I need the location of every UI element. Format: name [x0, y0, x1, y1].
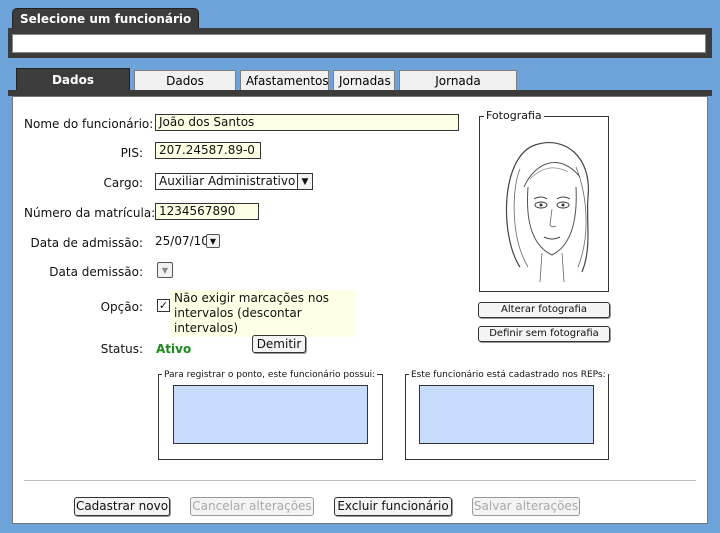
portrait-image [505, 142, 589, 283]
cancel-changes-button[interactable]: Cancelar alterações [190, 497, 314, 516]
pis-label: PIS: [120, 146, 143, 160]
demissao-label: Data demissão: [49, 265, 143, 279]
tab-afastamentos[interactable]: Afastamentos [240, 70, 329, 90]
tab-jornadas[interactable]: Jornadas [333, 70, 395, 90]
reps-list[interactable] [419, 385, 594, 444]
status-label: Status: [100, 342, 143, 356]
ponto-legend: Para registrar o ponto, este funcionário… [162, 369, 378, 381]
delete-employee-button[interactable]: Excluir funcionário [334, 497, 452, 516]
matricula-label: Número da matrícula: [24, 206, 156, 220]
chevron-down-icon: ▼ [209, 236, 217, 246]
admissao-label: Data de admissão: [30, 236, 143, 250]
employee-selector-title: Selecione um funcionário [12, 8, 200, 29]
photo-frame [479, 116, 609, 292]
chevron-down-icon: ▼ [161, 265, 169, 275]
tab-label: Afastamentos [246, 74, 329, 88]
admissao-date-button[interactable]: ▼ [206, 234, 220, 248]
photo-legend: Fotografia [484, 109, 544, 122]
cargo-select[interactable]: Auxiliar Administrativo [155, 173, 298, 190]
opcao-text: Não exigir marcações nos intervalos (des… [170, 290, 356, 337]
chevron-down-icon: ▼ [301, 176, 309, 187]
tab-dados-cadastrais[interactable]: Dados Cadastrais [16, 68, 130, 109]
matricula-field[interactable]: 1234567890 [155, 203, 259, 220]
opcao-label: Opção: [100, 300, 143, 314]
demitir-button[interactable]: Demitir [252, 335, 306, 353]
divider [24, 480, 696, 481]
name-label: Nome do funcionário: [24, 117, 154, 131]
pis-field[interactable]: 207.24587.89-0 [155, 142, 261, 159]
tab-label: Jornadas [339, 74, 391, 88]
tab-jornada-especifica[interactable]: Jornada Específica [399, 70, 517, 108]
admissao-field[interactable]: 25/07/10 [155, 234, 209, 248]
reps-legend: Este funcionário está cadastrado nos REP… [409, 369, 608, 381]
ponto-list[interactable] [173, 385, 368, 444]
cargo-label: Cargo: [103, 176, 143, 190]
name-field[interactable]: João dos Santos [155, 114, 459, 131]
tab-dados-pessoais[interactable]: Dados Pessoais [134, 70, 236, 108]
status-value: Ativo [156, 342, 192, 356]
new-employee-button[interactable]: Cadastrar novo [74, 497, 170, 516]
no-photo-button[interactable]: Definir sem fotografia [478, 326, 610, 342]
employee-selector-input[interactable] [12, 34, 706, 53]
cargo-dropdown-button[interactable]: ▼ [297, 173, 313, 190]
demissao-date-button[interactable]: ▼ [157, 262, 173, 278]
check-icon: ✓ [158, 299, 169, 312]
change-photo-button[interactable]: Alterar fotografia [478, 302, 610, 318]
opcao-checkbox[interactable]: ✓ [157, 299, 170, 312]
save-changes-button[interactable]: Salvar alterações [472, 497, 580, 516]
